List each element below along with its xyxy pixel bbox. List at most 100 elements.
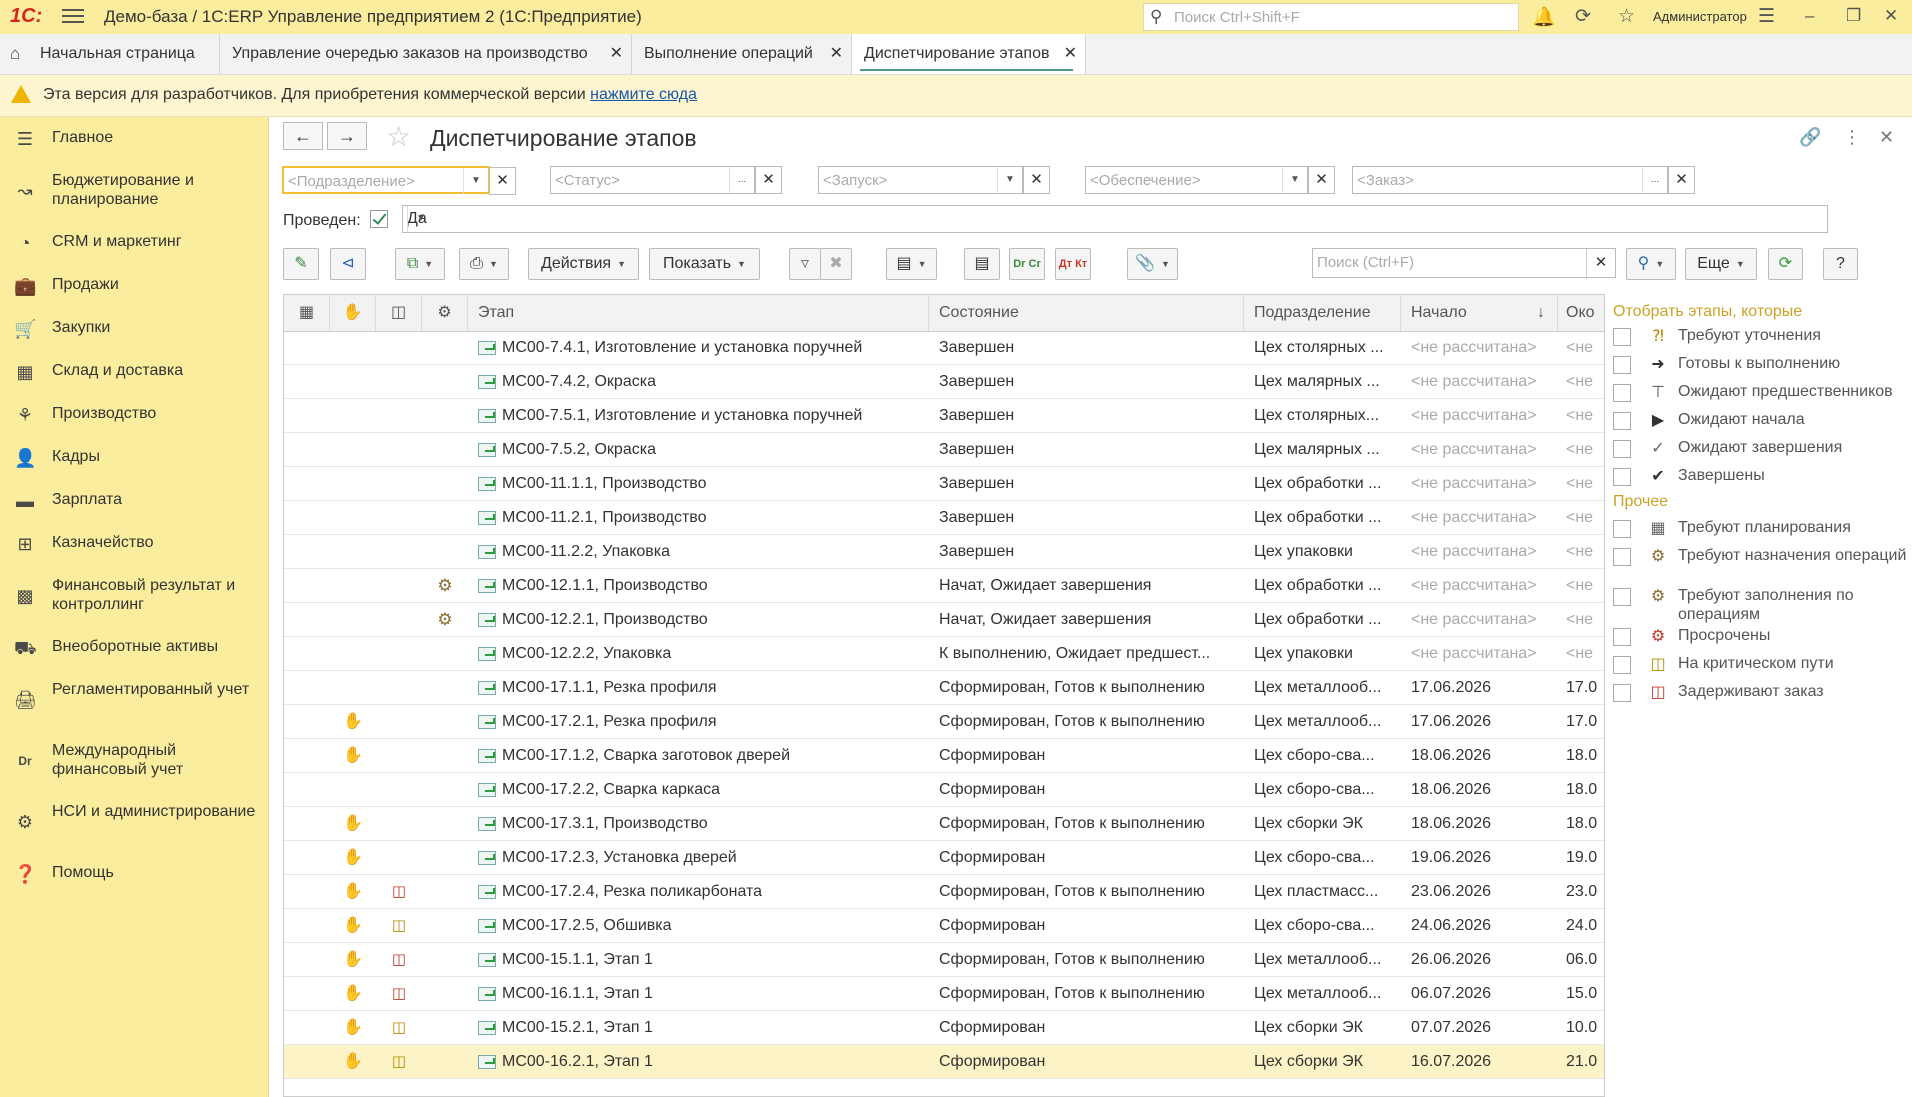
filter-checkbox[interactable] bbox=[1613, 628, 1631, 646]
report-button[interactable]: ▤ ▼ bbox=[886, 248, 937, 280]
close-tab-icon[interactable]: ✕ bbox=[1064, 34, 1077, 74]
clear-icon[interactable]: ✕ bbox=[1308, 166, 1335, 194]
print-button[interactable]: ⎙ ▼ bbox=[459, 248, 509, 280]
link-icon[interactable]: 🔗 bbox=[1799, 127, 1821, 148]
close-tab-icon[interactable]: ✕ bbox=[610, 34, 623, 74]
dropdown-arrow-icon[interactable]: ▼ bbox=[407, 206, 434, 232]
clear-icon[interactable]: ✕ bbox=[1668, 166, 1695, 194]
filter-checkbox[interactable] bbox=[1613, 440, 1631, 458]
close-window-icon[interactable]: ✕ bbox=[1884, 6, 1898, 26]
help-button[interactable]: ? bbox=[1823, 248, 1858, 280]
search-button[interactable]: ⚲ ▼ bbox=[1626, 248, 1676, 280]
hand-column-icon[interactable]: ✋ bbox=[330, 295, 376, 331]
table-row[interactable]: МС00-17.1.1, Резка профиля Сформирован, Г… bbox=[284, 671, 1604, 705]
filter-checkbox[interactable] bbox=[1613, 684, 1631, 702]
table-row[interactable]: МС00-7.5.1, Изготовление и установка пор… bbox=[284, 399, 1604, 433]
table-row[interactable]: МС00-11.1.1, Производство Завершен Цех обр… bbox=[284, 467, 1604, 501]
filter-checkbox[interactable] bbox=[1613, 548, 1631, 566]
table-row[interactable]: ✋ ◫ МС00-16.1.1, Этап 1 Сформирован, Готов … bbox=[284, 977, 1604, 1011]
dropdown-arrow-icon[interactable]: ▼ bbox=[997, 167, 1022, 193]
filter-checkbox[interactable] bbox=[1613, 356, 1631, 374]
calendar-column-icon[interactable]: ▦ bbox=[284, 295, 330, 331]
main-menu-icon[interactable] bbox=[62, 5, 84, 27]
share-button[interactable]: ⊲ bbox=[330, 248, 366, 280]
clear-icon[interactable]: ✕ bbox=[1586, 249, 1615, 277]
close-form-icon[interactable]: ✕ bbox=[1879, 127, 1894, 148]
more-button[interactable]: Еще ▼ bbox=[1685, 248, 1757, 280]
clear-icon[interactable]: ✕ bbox=[1023, 166, 1050, 194]
supply-filter[interactable]: <Обеспечение> ▼ ✕ bbox=[1085, 166, 1335, 194]
close-tab-icon[interactable]: ✕ bbox=[830, 34, 843, 74]
tab-operations[interactable]: Выполнение операций ✕ bbox=[632, 34, 852, 74]
attachments-button[interactable]: 📎 ▼ bbox=[1127, 248, 1178, 280]
restore-icon[interactable]: ❐ bbox=[1846, 6, 1861, 26]
column-division[interactable]: Подразделение bbox=[1244, 295, 1401, 331]
refresh-button[interactable]: ⟳ bbox=[1768, 248, 1803, 280]
global-search-input[interactable]: ⚲ Поиск Ctrl+Shift+F bbox=[1143, 3, 1519, 31]
table-row[interactable]: МС00-11.2.1, Производство Завершен Цех обр… bbox=[284, 501, 1604, 535]
table-row[interactable]: МС00-7.5.2, Окраска Завершен Цех малярных … bbox=[284, 433, 1604, 467]
dropdown-arrow-icon[interactable]: ▼ bbox=[463, 168, 488, 194]
table-row[interactable]: МС00-17.2.2, Сварка каркаса Сформирован Це… bbox=[284, 773, 1604, 807]
edit-pencil-button[interactable]: ✎ bbox=[283, 248, 319, 280]
table-row[interactable]: МС00-7.4.1, Изготовление и установка пор… bbox=[284, 331, 1604, 365]
dropdown-arrow-icon[interactable]: ▼ bbox=[1282, 167, 1307, 193]
filter-checkbox[interactable] bbox=[1613, 412, 1631, 430]
table-row[interactable]: ✋ ◫ МС00-17.2.4, Резка поликарбоната Сформи… bbox=[284, 875, 1604, 909]
history-icon[interactable]: ⟳ bbox=[1575, 5, 1591, 28]
filter-button[interactable]: ▿ bbox=[789, 248, 821, 280]
app-logo[interactable]: 1С: bbox=[10, 5, 42, 28]
favorite-star-icon[interactable]: ☆ bbox=[386, 120, 411, 153]
table-row[interactable]: ✋ ◫ МС00-17.2.5, Обшивка Сформирован Цех сбо… bbox=[284, 909, 1604, 943]
forward-button[interactable]: → bbox=[327, 122, 367, 150]
column-stage[interactable]: Этап bbox=[468, 295, 929, 331]
filter-checkbox[interactable] bbox=[1613, 520, 1631, 538]
clear-filter-button[interactable]: ✖ bbox=[820, 248, 852, 280]
settings-lines-icon[interactable]: ☰ bbox=[1758, 5, 1775, 28]
table-row[interactable]: МС00-7.4.2, Окраска Завершен Цех малярных … bbox=[284, 365, 1604, 399]
table-row[interactable]: ⚙ МС00-12.2.1, Производство Начат, Ожидает… bbox=[284, 603, 1604, 637]
posted-checkbox[interactable] bbox=[370, 210, 388, 228]
table-row[interactable]: ⚙ МС00-12.1.1, Производство Начат, Ожидает… bbox=[284, 569, 1604, 603]
list-button[interactable]: ▤ bbox=[964, 248, 1000, 280]
column-start[interactable]: Начало ↓ bbox=[1401, 295, 1558, 331]
division-filter[interactable]: <Подразделение> ▼ ✕ bbox=[282, 166, 516, 195]
actions-button[interactable]: Действия ▼ bbox=[528, 248, 639, 280]
tab-stage-dispatch[interactable]: Диспетчирование этапов ✕ bbox=[852, 34, 1086, 74]
dr-cr-button[interactable]: Dr Cr bbox=[1009, 248, 1045, 280]
filter-checkbox[interactable] bbox=[1613, 588, 1631, 606]
table-row[interactable]: ✋ ◫ МС00-15.1.1, Этап 1 Сформирован, Готов … bbox=[284, 943, 1604, 977]
tab-order-queue[interactable]: Управление очередью заказов на производс… bbox=[220, 34, 632, 74]
notice-link[interactable]: нажмите сюда bbox=[590, 86, 697, 103]
table-row[interactable]: ✋ МС00-17.1.2, Сварка заготовок дверей Сфо… bbox=[284, 739, 1604, 773]
show-button[interactable]: Показать ▼ bbox=[649, 248, 760, 280]
status-filter[interactable]: <Статус> ... ✕ bbox=[550, 166, 782, 194]
table-row[interactable]: ✋ МС00-17.3.1, Производство Сформирован, Г… bbox=[284, 807, 1604, 841]
order-filter[interactable]: <Заказ> ... ✕ bbox=[1352, 166, 1695, 194]
ellipsis-icon[interactable]: ... bbox=[729, 167, 754, 193]
filter-checkbox[interactable] bbox=[1613, 468, 1631, 486]
clear-icon[interactable]: ✕ bbox=[755, 166, 782, 194]
favorites-star-icon[interactable]: ☆ bbox=[1618, 5, 1635, 28]
filter-checkbox[interactable] bbox=[1613, 384, 1631, 402]
list-search-input[interactable]: Поиск (Ctrl+F) ✕ bbox=[1312, 248, 1616, 278]
column-end[interactable]: Око bbox=[1558, 295, 1604, 331]
user-name[interactable]: Администратор bbox=[1653, 9, 1747, 24]
filter-checkbox[interactable] bbox=[1613, 656, 1631, 674]
table-row[interactable]: МС00-12.2.2, Упаковка К выполнению, Ожида… bbox=[284, 637, 1604, 671]
back-button[interactable]: ← bbox=[283, 122, 323, 150]
documents-column-icon[interactable]: ◫ bbox=[376, 295, 422, 331]
create-based-button[interactable]: ⧉ ▼ bbox=[395, 248, 445, 280]
clear-icon[interactable]: ✕ bbox=[489, 167, 516, 195]
bell-icon[interactable]: 🔔 bbox=[1532, 5, 1556, 29]
ellipsis-icon[interactable]: ... bbox=[1642, 167, 1667, 193]
tab-home[interactable]: ⌂ Начальная страница bbox=[0, 34, 220, 74]
table-row[interactable]: МС00-11.2.2, Упаковка Завершен Цех упаковк… bbox=[284, 535, 1604, 569]
launch-filter[interactable]: <Запуск> ▼ ✕ bbox=[818, 166, 1050, 194]
table-row[interactable]: ✋ МС00-17.2.3, Установка дверей Сформирова… bbox=[284, 841, 1604, 875]
table-row[interactable]: ✋ МС00-17.2.1, Резка профиля Сформирован, … bbox=[284, 705, 1604, 739]
gears-column-icon[interactable]: ⚙ bbox=[422, 295, 468, 331]
filter-checkbox[interactable] bbox=[1613, 328, 1631, 346]
column-state[interactable]: Состояние bbox=[929, 295, 1244, 331]
dt-kt-button[interactable]: Дт Кт bbox=[1055, 248, 1091, 280]
